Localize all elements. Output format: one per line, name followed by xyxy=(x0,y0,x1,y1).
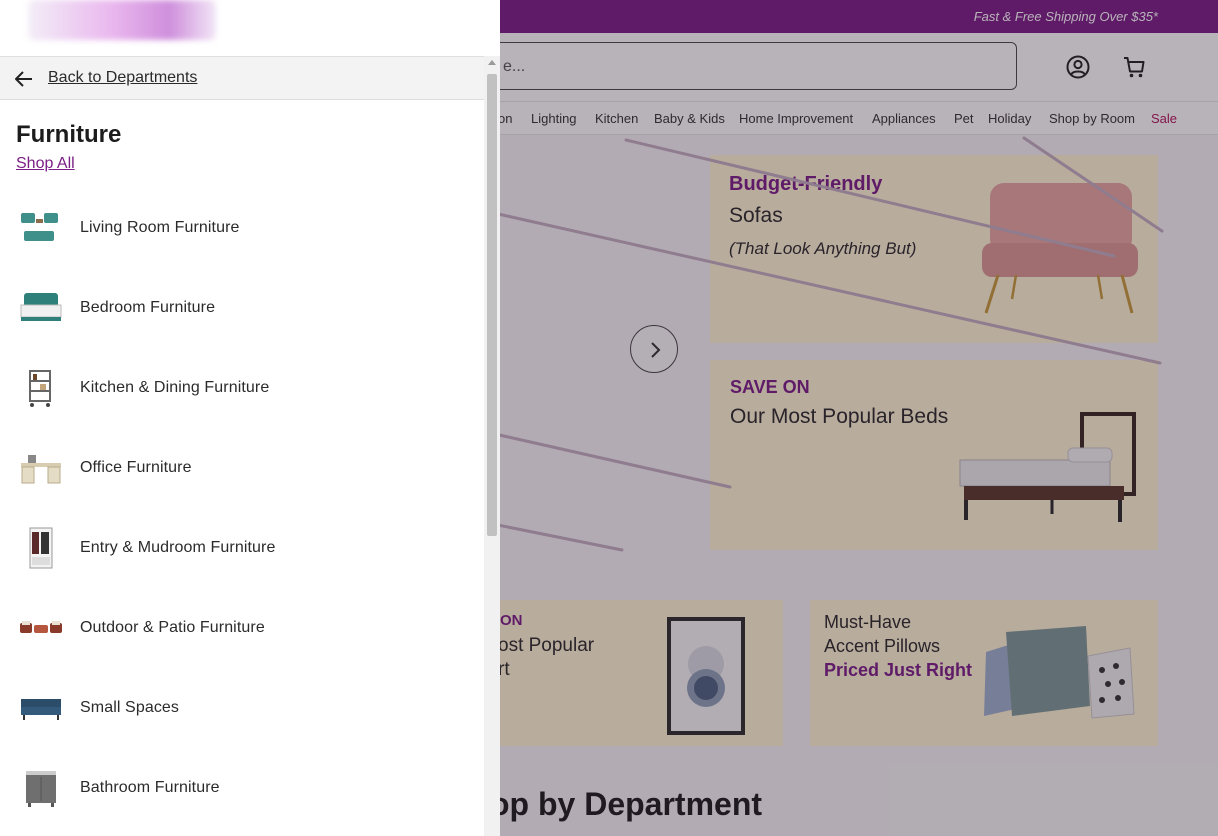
sofa-image xyxy=(982,183,1138,314)
back-to-departments-link[interactable]: Back to Departments xyxy=(48,69,197,87)
desk-icon xyxy=(21,455,61,484)
wall-art-image xyxy=(667,617,745,735)
nav-item-shop-by-room[interactable]: Shop by Room xyxy=(1049,111,1135,126)
logo xyxy=(28,0,216,40)
pillows-banner-line2: Accent Pillows xyxy=(824,636,941,656)
shop-all-link[interactable]: Shop All xyxy=(16,155,75,173)
scroll-thumb[interactable] xyxy=(487,74,497,536)
category-label: Kitchen & Dining Furniture xyxy=(80,379,270,396)
beds-banner-line2: Our Most Popular Beds xyxy=(730,405,949,428)
category-item-small-spaces[interactable]: Small Spaces xyxy=(0,673,484,753)
vanity-icon xyxy=(26,771,56,807)
category-label: Office Furniture xyxy=(80,459,192,476)
sofa-set-icon xyxy=(21,213,58,241)
arrow-left-icon xyxy=(15,71,32,87)
pillows-banner[interactable]: Must-Have Accent Pillows Priced Just Rig… xyxy=(810,600,1158,746)
furniture-menu-drawer: Back to Departments Furniture Shop All L… xyxy=(0,0,500,836)
hall-tree-icon xyxy=(29,527,53,569)
nav-item-lighting[interactable]: Lighting xyxy=(531,111,577,126)
sofas-banner[interactable]: Budget-Friendly Sofas (That Look Anythin… xyxy=(710,155,1158,343)
category-label: Small Spaces xyxy=(80,699,180,716)
back-to-departments-row[interactable]: Back to Departments xyxy=(0,56,484,100)
nav-item-kitchen[interactable]: Kitchen xyxy=(595,111,638,126)
beds-banner-headline: SAVE ON xyxy=(730,377,810,397)
category-item-living-room[interactable]: Living Room Furniture xyxy=(0,193,484,273)
nav-item-pet[interactable]: Pet xyxy=(954,111,974,126)
nav-item-baby-kids[interactable]: Baby & Kids xyxy=(654,111,725,126)
scroll-up-arrow-icon[interactable] xyxy=(488,60,496,65)
bed-image xyxy=(959,412,1136,522)
bar-cart-icon xyxy=(29,370,51,407)
nav-item-home-improvement[interactable]: Home Improvement xyxy=(739,111,853,126)
chevron-right-icon xyxy=(651,342,661,358)
pillows-image xyxy=(984,626,1135,719)
category-label: Bedroom Furniture xyxy=(80,299,216,316)
sofas-banner-line3: (That Look Anything But) xyxy=(729,239,917,258)
bed-icon xyxy=(20,293,62,321)
futon-icon xyxy=(21,699,61,720)
patio-set-icon xyxy=(20,621,62,633)
category-label: Living Room Furniture xyxy=(80,219,240,236)
art-banner-line2: ost Popular xyxy=(498,635,595,656)
category-item-outdoor-patio[interactable]: Outdoor & Patio Furniture xyxy=(0,593,484,673)
category-item-bedroom[interactable]: Bedroom Furniture xyxy=(0,273,484,353)
sofas-banner-line2: Sofas xyxy=(729,204,783,227)
nav-item-holiday[interactable]: Holiday xyxy=(988,111,1031,126)
nav-item-appliances[interactable]: Appliances xyxy=(872,111,936,126)
nav-item-sale[interactable]: Sale xyxy=(1151,111,1177,126)
pillows-banner-headline: Priced Just Right xyxy=(824,660,973,680)
search-placeholder: e... xyxy=(503,58,526,75)
category-label: Bathroom Furniture xyxy=(80,779,220,796)
category-label: Entry & Mudroom Furniture xyxy=(80,539,276,556)
drawer-scrollbar[interactable] xyxy=(484,56,500,836)
art-banner[interactable]: ON ost Popular rt xyxy=(498,600,783,746)
carousel-next-button[interactable] xyxy=(630,325,678,373)
nav-item-truncated[interactable]: on xyxy=(498,111,512,126)
pillows-banner-line1: Must-Have xyxy=(824,612,912,632)
category-item-bathroom[interactable]: Bathroom Furniture xyxy=(0,753,484,833)
cart-icon[interactable] xyxy=(1121,54,1147,80)
search-input[interactable]: e... xyxy=(470,42,1017,90)
account-icon[interactable] xyxy=(1065,54,1091,80)
category-item-entry-mudroom[interactable]: Entry & Mudroom Furniture xyxy=(0,513,484,593)
drawer-title: Furniture xyxy=(16,121,122,148)
category-label: Outdoor & Patio Furniture xyxy=(80,619,265,636)
category-item-office[interactable]: Office Furniture xyxy=(0,433,484,513)
art-banner-headline: ON xyxy=(500,612,523,629)
sofas-banner-headline: Budget-Friendly xyxy=(729,173,883,195)
beds-banner[interactable]: SAVE ON Our Most Popular Beds xyxy=(710,360,1158,550)
category-item-kitchen-dining[interactable]: Kitchen & Dining Furniture xyxy=(0,353,484,433)
shop-by-department-heading: op by Department xyxy=(490,786,763,822)
promo-text: Fast & Free Shipping Over $35* xyxy=(973,9,1158,24)
